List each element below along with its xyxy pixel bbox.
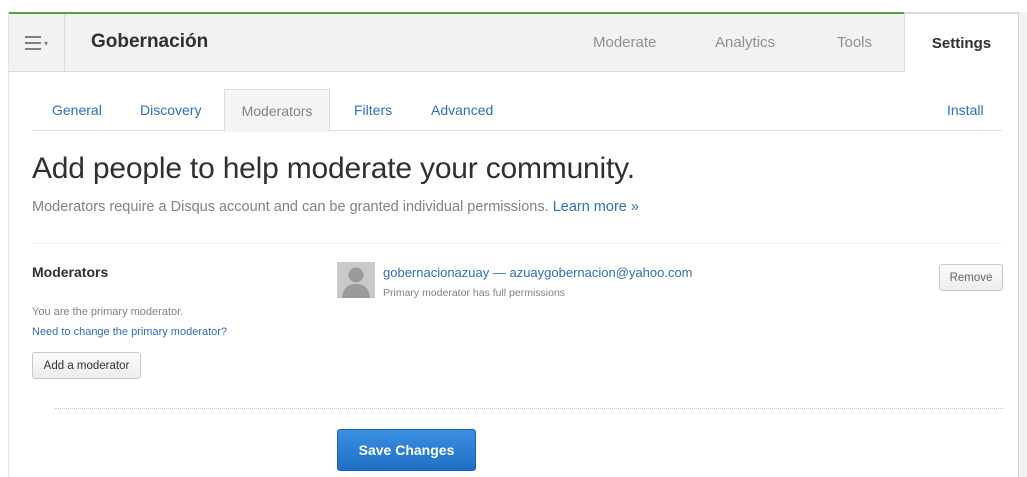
dotted-divider: [55, 408, 1003, 409]
chevron-down-icon: ▾: [43, 39, 48, 48]
primary-moderator-note: You are the primary moderator.: [32, 306, 184, 318]
hamburger-icon: [24, 35, 41, 50]
remove-moderator-button[interactable]: Remove: [939, 264, 1003, 291]
tab-advanced[interactable]: Advanced: [431, 89, 493, 131]
moderator-name-email[interactable]: gobernacionazuay — azuaygobernacion@yaho…: [383, 265, 693, 280]
page-subtitle: Moderators require a Disqus account and …: [32, 199, 639, 215]
menu-button[interactable]: ▾: [9, 14, 65, 71]
change-primary-moderator-link[interactable]: Need to change the primary moderator?: [32, 326, 227, 338]
moderators-section-title: Moderators: [32, 264, 109, 280]
site-title[interactable]: Gobernación: [91, 31, 208, 53]
tab-install[interactable]: Install: [947, 89, 984, 131]
tab-filters[interactable]: Filters: [354, 89, 392, 131]
page-headline: Add people to help moderate your communi…: [32, 152, 635, 185]
tab-general[interactable]: General: [52, 89, 102, 131]
save-changes-button[interactable]: Save Changes: [337, 429, 476, 471]
settings-subtabs: General Discovery Moderators Filters Adv…: [32, 89, 1002, 132]
tab-moderators[interactable]: Moderators: [224, 89, 330, 132]
top-header-bar: ▾ Gobernación Moderate Analytics Tools S…: [9, 12, 1018, 72]
nav-settings[interactable]: Settings: [904, 12, 1018, 72]
section-divider: [32, 243, 1002, 244]
nav-moderate[interactable]: Moderate: [593, 14, 656, 71]
scrollbar-track[interactable]: [1019, 12, 1027, 477]
learn-more-link[interactable]: Learn more »: [553, 199, 639, 215]
nav-analytics[interactable]: Analytics: [715, 14, 775, 71]
nav-tools[interactable]: Tools: [837, 14, 872, 71]
add-moderator-button[interactable]: Add a moderator: [32, 352, 141, 379]
subtitle-text: Moderators require a Disqus account and …: [32, 199, 549, 215]
moderator-permissions: Primary moderator has full permissions: [383, 287, 566, 299]
tab-discovery[interactable]: Discovery: [140, 89, 201, 131]
default-user-icon: [337, 262, 375, 298]
page-left-border: [8, 12, 9, 477]
